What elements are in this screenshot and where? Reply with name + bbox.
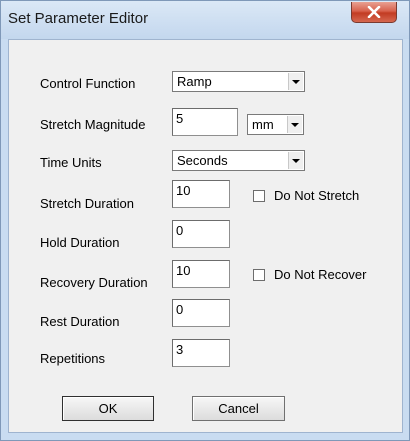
cancel-button[interactable]: Cancel bbox=[192, 396, 285, 421]
repetitions-label: Repetitions bbox=[40, 351, 106, 366]
recovery-duration-input[interactable]: 10 bbox=[172, 260, 230, 288]
stretch-unit-value: mm bbox=[252, 117, 274, 132]
window-title: Set Parameter Editor bbox=[8, 10, 149, 27]
control-function-value: Ramp bbox=[177, 74, 212, 89]
stretch-magnitude-label: Stretch Magnitude bbox=[40, 117, 146, 132]
dialog-window: Set Parameter Editor Control Function Ra… bbox=[0, 0, 410, 441]
time-units-value: Seconds bbox=[177, 153, 228, 168]
do-not-recover-checkbox[interactable] bbox=[253, 269, 265, 281]
ok-button[interactable]: OK bbox=[62, 396, 154, 421]
control-function-select[interactable]: Ramp bbox=[172, 71, 305, 92]
do-not-stretch-label[interactable]: Do Not Stretch bbox=[274, 188, 359, 203]
time-units-label: Time Units bbox=[40, 155, 102, 170]
stretch-duration-label: Stretch Duration bbox=[40, 196, 134, 211]
close-icon bbox=[367, 6, 381, 18]
recovery-duration-label: Recovery Duration bbox=[40, 275, 148, 290]
repetitions-input[interactable]: 3 bbox=[172, 339, 230, 367]
rest-duration-label: Rest Duration bbox=[40, 314, 120, 329]
control-function-label: Control Function bbox=[40, 76, 136, 91]
chevron-down-icon[interactable] bbox=[288, 73, 303, 90]
stretch-magnitude-input[interactable]: 5 bbox=[172, 108, 238, 136]
stretch-unit-select[interactable]: mm bbox=[247, 114, 304, 135]
stretch-duration-input[interactable]: 10 bbox=[172, 180, 230, 208]
hold-duration-label: Hold Duration bbox=[40, 235, 120, 250]
chevron-down-icon[interactable] bbox=[287, 116, 302, 133]
rest-duration-input[interactable]: 0 bbox=[172, 299, 230, 327]
dialog-body: Control Function Ramp Stretch Magnitude … bbox=[8, 39, 403, 433]
time-units-select[interactable]: Seconds bbox=[172, 150, 305, 171]
do-not-stretch-checkbox[interactable] bbox=[253, 190, 265, 202]
close-button[interactable] bbox=[351, 2, 397, 23]
hold-duration-input[interactable]: 0 bbox=[172, 220, 230, 248]
chevron-down-icon[interactable] bbox=[288, 152, 303, 169]
do-not-recover-label[interactable]: Do Not Recover bbox=[274, 267, 366, 282]
title-bar[interactable]: Set Parameter Editor bbox=[1, 1, 409, 39]
